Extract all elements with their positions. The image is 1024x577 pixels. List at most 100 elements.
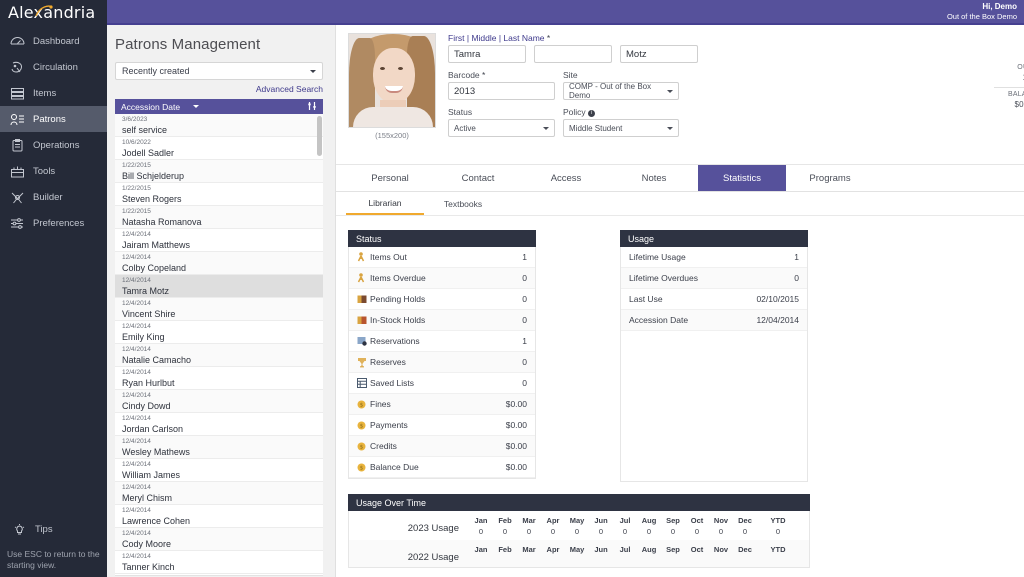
advanced-search-link[interactable]: Advanced Search (107, 84, 323, 94)
list-item[interactable]: 12/4/2014 Jairam Matthews (115, 229, 323, 252)
sidebar-item-label: Items (33, 87, 57, 99)
list-item[interactable]: 12/4/2014 Vincent Shire (115, 298, 323, 321)
last-name-field[interactable]: Motz (620, 45, 698, 63)
first-name-field[interactable]: Tamra (448, 45, 526, 63)
list-item-date: 12/4/2014 (122, 254, 151, 261)
list-item[interactable]: 12/4/2014 Tanner Kinch (115, 551, 323, 574)
tab-statistics[interactable]: Statistics (698, 165, 786, 191)
subtab-librarian[interactable]: Librarian (346, 192, 424, 215)
patron-list[interactable]: 3/6/2023 self service 10/6/2022 Jodell Sad… (115, 114, 323, 576)
month-cell: Jul (619, 545, 631, 554)
list-item-date: 12/4/2014 (122, 438, 151, 445)
usage-panel-title: Usage (620, 230, 808, 247)
sidebar-item-label: Patrons (33, 113, 66, 125)
coin-icon: $ (357, 442, 370, 451)
reserve-icon (357, 357, 370, 368)
patron-form: First | Middle | Last Name * Tamra Motz … (440, 33, 1024, 164)
sidebar-item-builder[interactable]: Builder (0, 184, 107, 210)
sidebar-item-operations[interactable]: Operations (0, 132, 107, 158)
sub-tab-bar: Librarian Textbooks (336, 192, 1024, 216)
site-label: Site (563, 70, 578, 80)
list-item-name: self service (122, 125, 168, 135)
usage-row-value: 0 (794, 273, 799, 283)
search-value: Recently created (122, 66, 190, 76)
info-icon[interactable]: i (587, 110, 595, 117)
sidebar-item-dashboard[interactable]: Dashboard (0, 28, 107, 54)
list-sort-header[interactable]: Accession Date (115, 99, 323, 114)
usage-year-row: 2023 Usage Jan 0 Feb 0 Mar 0 Apr 0 May 0 Jun 0… (349, 511, 809, 540)
list-item-selected[interactable]: 12/4/2014 Tamra Motz (115, 275, 323, 298)
barcode-field[interactable]: 2013 (448, 82, 555, 100)
sidebar-item-tools[interactable]: Tools (0, 158, 107, 184)
month-cell: Nov 0 (713, 516, 729, 536)
summary-value: 1 (994, 73, 1024, 82)
usage-row-label: Last Use (629, 294, 663, 304)
list-item[interactable]: 3/6/2023 self service (115, 114, 323, 137)
sidebar-item-items[interactable]: Items (0, 80, 107, 106)
tools-icon (9, 164, 25, 178)
logo[interactable]: Alexandria (0, 0, 107, 25)
search-input[interactable]: Recently created (115, 62, 323, 80)
list-item[interactable]: 1/22/2015 Natasha Romanova (115, 206, 323, 229)
tab-contact[interactable]: Contact (434, 165, 522, 191)
sort-settings-icon[interactable] (307, 101, 317, 113)
list-item[interactable]: 12/4/2014 Cindy Dowd (115, 390, 323, 413)
summary-out: OUT 1 (994, 61, 1024, 87)
list-item-date: 12/4/2014 (122, 392, 151, 399)
list-item-date: 10/6/2022 (122, 139, 151, 146)
items-icon (9, 86, 25, 100)
tab-programs[interactable]: Programs (786, 165, 874, 191)
patron-list-column: Patrons Management Recently created Adva… (107, 25, 335, 577)
tab-access[interactable]: Access (522, 165, 610, 191)
site-select[interactable]: COMP - Out of the Box Demo (563, 82, 679, 100)
month-cell: Aug (641, 545, 657, 554)
list-item[interactable]: 12/4/2014 Colby Copeland (115, 252, 323, 275)
list-item[interactable]: 12/4/2014 Cody Moore (115, 528, 323, 551)
name-label-text[interactable]: First | Middle | Last Name (448, 33, 545, 43)
list-item-date: 12/4/2014 (122, 530, 151, 537)
month-cell: Oct 0 (690, 516, 704, 536)
tips-button[interactable]: Tips (0, 522, 107, 536)
summary-value: $0.00 (1014, 100, 1024, 109)
chevron-down-icon (667, 126, 673, 130)
sidebar-item-circulation[interactable]: Circulation (0, 54, 107, 80)
name-row: Tamra Motz (448, 45, 1024, 63)
required-marker: * (546, 33, 551, 43)
list-item-name: Natalie Camacho (122, 355, 192, 365)
list-item[interactable]: 12/4/2014 Wesley Mathews (115, 436, 323, 459)
list-item[interactable]: 12/4/2014 Lawrence Cohen (115, 505, 323, 528)
month-cell: Jul 0 (619, 516, 631, 536)
list-item-name: Tanner Kinch (122, 562, 175, 572)
list-item-date: 1/22/2015 (122, 208, 151, 215)
list-item[interactable]: 12/4/2014 Jordan Carlson (115, 413, 323, 436)
list-item[interactable]: 1/22/2015 Bill Schjelderup (115, 160, 323, 183)
chevron-down-icon (667, 89, 673, 93)
middle-name-field[interactable] (534, 45, 612, 63)
list-item-name: Colby Copeland (122, 263, 187, 273)
reservation-icon (357, 336, 370, 346)
list-item-name: Wesley Mathews (122, 447, 190, 457)
policy-select[interactable]: Middle Student (563, 119, 679, 137)
svg-text:$: $ (360, 465, 364, 471)
list-item[interactable]: 12/4/2014 Ryan Hurlbut (115, 367, 323, 390)
list-item[interactable]: 12/4/2014 Natalie Camacho (115, 344, 323, 367)
chevron-down-icon[interactable] (193, 105, 200, 108)
sidebar: Alexandria Dashboard Circulation Items P… (0, 0, 107, 577)
list-item-name: Lawrence Cohen (122, 516, 191, 526)
sidebar-item-patrons[interactable]: Patrons (0, 106, 107, 132)
status-select[interactable]: Active (448, 119, 555, 137)
user-info[interactable]: Hi, Demo Out of the Box Demo (947, 2, 1017, 22)
patron-photo[interactable] (348, 33, 436, 128)
tab-personal[interactable]: Personal (346, 165, 434, 191)
tab-notes[interactable]: Notes (610, 165, 698, 191)
list-item[interactable]: 12/4/2014 Meryl Chism (115, 482, 323, 505)
list-item-date: 12/4/2014 (122, 300, 151, 307)
list-item[interactable]: 12/4/2014 Emily King (115, 321, 323, 344)
list-scrollbar[interactable] (317, 116, 322, 156)
list-item[interactable]: 1/22/2015 Steven Rogers (115, 183, 323, 206)
subtab-textbooks[interactable]: Textbooks (424, 192, 502, 215)
list-item[interactable]: 12/4/2014 William James (115, 459, 323, 482)
list-item[interactable]: 10/6/2022 Jodell Sadler (115, 137, 323, 160)
sidebar-item-preferences[interactable]: Preferences (0, 210, 107, 236)
month-cell: Aug 0 (641, 516, 657, 536)
